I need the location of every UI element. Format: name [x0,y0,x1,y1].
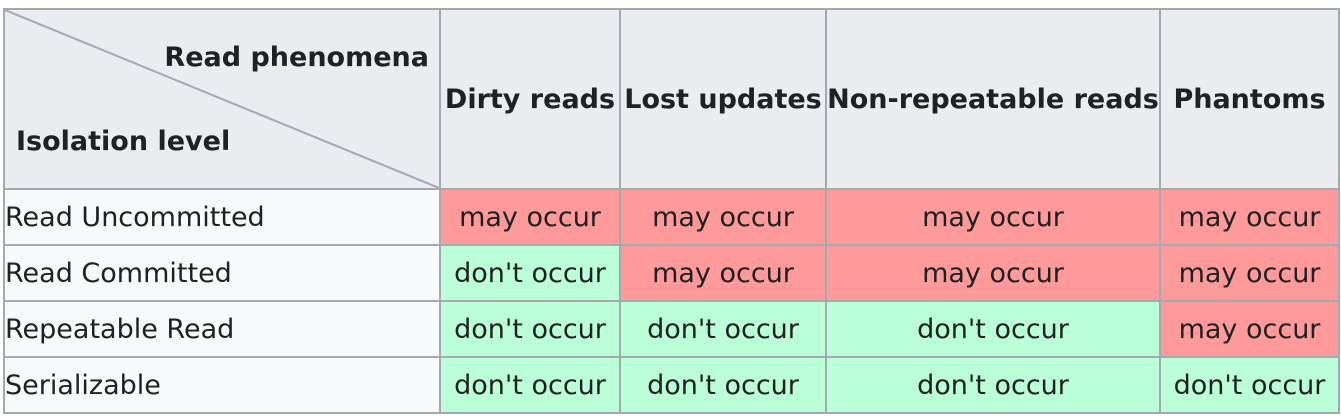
table-cell: may occur [619,188,827,246]
table-cell: may occur [619,244,827,302]
table-row: Serializable don't occur don't occur don… [3,356,1340,414]
table-cell: may occur [1159,244,1340,302]
table-cell: don't occur [439,244,621,302]
row-header-repeatable-read: Repeatable Read [3,300,441,358]
table-cell: don't occur [825,300,1161,358]
table-cell: don't occur [619,356,827,414]
table-cell: don't occur [439,300,621,358]
table-container: Read phenomena Isolation level Dirty rea… [3,8,1340,414]
column-header-non-repeatable-reads: Non-repeatable reads [825,8,1161,190]
table-row: Repeatable Read don't occur don't occur … [3,300,1340,358]
table-cell: don't occur [825,356,1161,414]
table-cell: don't occur [439,356,621,414]
table-cell: may occur [1159,188,1340,246]
table-row: Read Uncommitted may occur may occur may… [3,188,1340,246]
table-cell: don't occur [619,300,827,358]
row-header-read-committed: Read Committed [3,244,441,302]
column-header-lost-updates: Lost updates [619,8,827,190]
table-row: Read Committed don't occur may occur may… [3,244,1340,302]
table-cell: don't occur [1159,356,1340,414]
diagonal-divider [5,10,439,188]
read-phenomena-label: Read phenomena [164,42,429,73]
table-cell: may occur [1159,300,1340,358]
table-cell: may occur [825,188,1161,246]
header-row: Read phenomena Isolation level Dirty rea… [3,8,1340,190]
row-header-read-uncommitted: Read Uncommitted [3,188,441,246]
corner-header: Read phenomena Isolation level [3,8,441,190]
isolation-level-label: Isolation level [16,126,231,157]
column-header-phantoms: Phantoms [1159,8,1340,190]
table-cell: may occur [825,244,1161,302]
column-header-dirty-reads: Dirty reads [439,8,621,190]
row-header-serializable: Serializable [3,356,441,414]
isolation-levels-table: Read phenomena Isolation level Dirty rea… [3,8,1340,414]
table-cell: may occur [439,188,621,246]
